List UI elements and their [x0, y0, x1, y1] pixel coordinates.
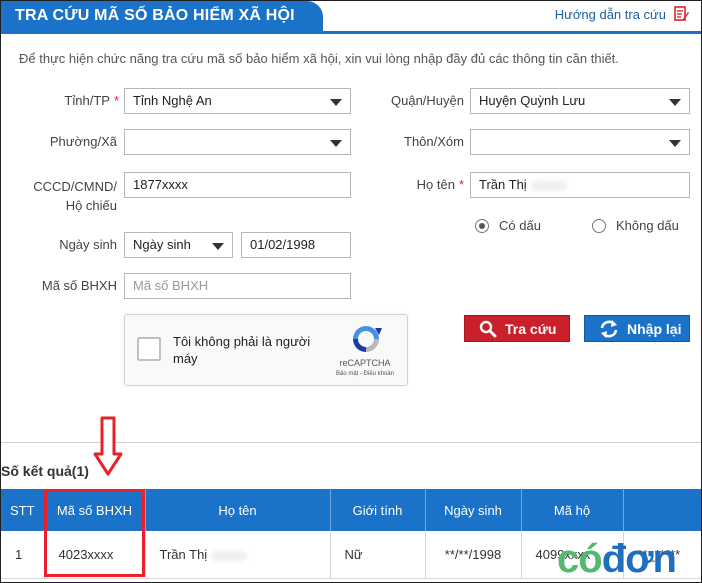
recaptcha-text: Tôi không phải là người máy — [173, 334, 311, 366]
full-name-input[interactable]: Trần Thị — [470, 172, 690, 198]
column-header-extra — [623, 489, 701, 531]
id-number-input[interactable]: 1877xxxx — [124, 172, 351, 198]
column-header-stt: STT — [1, 489, 45, 531]
reset-button[interactable]: Nhập lại — [584, 315, 690, 342]
dob-type-select[interactable]: Ngày sinh — [124, 232, 233, 258]
radio-selected-icon[interactable] — [475, 218, 489, 233]
chevron-down-icon — [330, 140, 342, 147]
district-select[interactable]: Huyện Quỳnh Lưu — [470, 88, 690, 114]
page-frame: TRA CỨU MÃ SỐ BẢO HIỂM XÃ HỘI Hướng dẫn … — [0, 0, 702, 583]
help-link-label[interactable]: Hướng dẫn tra cứu — [555, 7, 666, 22]
watermark-logo: cóđơn — [557, 537, 677, 582]
district-label: Quận/Huyện — [391, 93, 464, 108]
redacted-blur — [530, 180, 567, 191]
recaptcha-checkbox[interactable] — [137, 337, 161, 361]
help-link[interactable]: Hướng dẫn tra cứu — [555, 6, 689, 22]
province-select[interactable]: Tỉnh Nghệ An — [124, 88, 351, 114]
dob-input[interactable]: 01/02/1998 — [241, 232, 351, 258]
full-name-value: Trần Thị — [479, 177, 527, 192]
name-label-text: Họ tên — [416, 177, 455, 192]
chevron-down-icon — [669, 140, 681, 147]
reset-button-label: Nhập lại — [627, 320, 682, 337]
dob-type-value: Ngày sinh — [133, 237, 191, 252]
watermark-part1: có — [557, 537, 603, 581]
radio-without-accent[interactable]: Không dấu — [592, 218, 679, 233]
recaptcha-terms[interactable]: Bảo mật - Điều khoản — [323, 371, 407, 377]
title-underline — [1, 31, 701, 34]
id-label: CCCD/CMND/ Hộ chiếu — [21, 177, 117, 215]
down-arrow-annotation-icon — [93, 416, 123, 476]
redacted-blur — [211, 550, 248, 561]
district-value: Huyện Quỳnh Lưu — [479, 93, 586, 108]
recaptcha-brand: reCAPTCHA — [339, 358, 391, 368]
table-header-row: STT Mã số BHXH Họ tên Giới tính Ngày sin… — [1, 489, 701, 531]
search-button[interactable]: Tra cứu — [464, 315, 570, 342]
cell-stt: 1 — [1, 531, 45, 579]
watermark-part2: đơn — [601, 537, 677, 581]
refresh-icon — [600, 319, 618, 338]
village-select[interactable] — [470, 129, 690, 155]
required-mark: * — [113, 93, 119, 108]
recaptcha-widget: Tôi không phải là người máy reCAPTCHA Bả… — [124, 314, 408, 386]
radio-without-accent-label: Không dấu — [616, 218, 679, 233]
intro-text: Để thực hiện chức năng tra cứu mã số bảo… — [19, 51, 619, 66]
column-header-name: Họ tên — [145, 489, 331, 531]
radio-with-accent-label: Có dấu — [499, 218, 541, 233]
required-mark: * — [458, 177, 464, 192]
province-label: Tỉnh/TP * — [41, 93, 119, 108]
dob-label: Ngày sinh — [59, 237, 117, 252]
village-label: Thôn/Xóm — [404, 134, 464, 149]
id-label-line1: CCCD/CMND/ — [33, 179, 117, 194]
cell-name: Trần Thị — [145, 531, 331, 579]
ward-select[interactable] — [124, 129, 351, 155]
search-icon — [479, 320, 497, 337]
column-header-gender: Giới tính — [330, 489, 426, 531]
edit-document-icon[interactable] — [674, 6, 689, 22]
chevron-down-icon — [330, 99, 342, 106]
bhxh-input[interactable]: Mã số BHXH — [124, 273, 351, 299]
radio-unselected-icon[interactable] — [592, 218, 606, 233]
cell-name-text: Trần Thị — [159, 547, 208, 562]
column-header-bhxh: Mã số BHXH — [44, 489, 146, 531]
page-title: TRA CỨU MÃ SỐ BẢO HIỂM XÃ HỘI — [1, 1, 323, 31]
name-label: Họ tên * — [371, 177, 464, 192]
column-header-dob: Ngày sinh — [425, 489, 522, 531]
chevron-down-icon — [669, 99, 681, 106]
column-header-household: Mã hộ — [521, 489, 624, 531]
province-label-text: Tỉnh/TP — [64, 93, 110, 108]
cell-bhxh: 4023xxxx — [44, 531, 146, 579]
recaptcha-logo-icon — [353, 326, 382, 352]
bhxh-label: Mã số BHXH — [41, 278, 117, 293]
chevron-down-icon — [212, 243, 224, 250]
province-value: Tỉnh Nghệ An — [133, 93, 212, 108]
ward-label: Phường/Xã — [49, 134, 117, 149]
id-label-line2: Hộ chiếu — [65, 198, 117, 213]
radio-with-accent[interactable]: Có dấu — [475, 218, 541, 233]
result-count: Số kết quả(1) — [1, 463, 89, 479]
search-button-label: Tra cứu — [505, 320, 557, 337]
cell-gender: Nữ — [330, 531, 426, 579]
cell-dob: **/**/1998 — [425, 531, 522, 579]
